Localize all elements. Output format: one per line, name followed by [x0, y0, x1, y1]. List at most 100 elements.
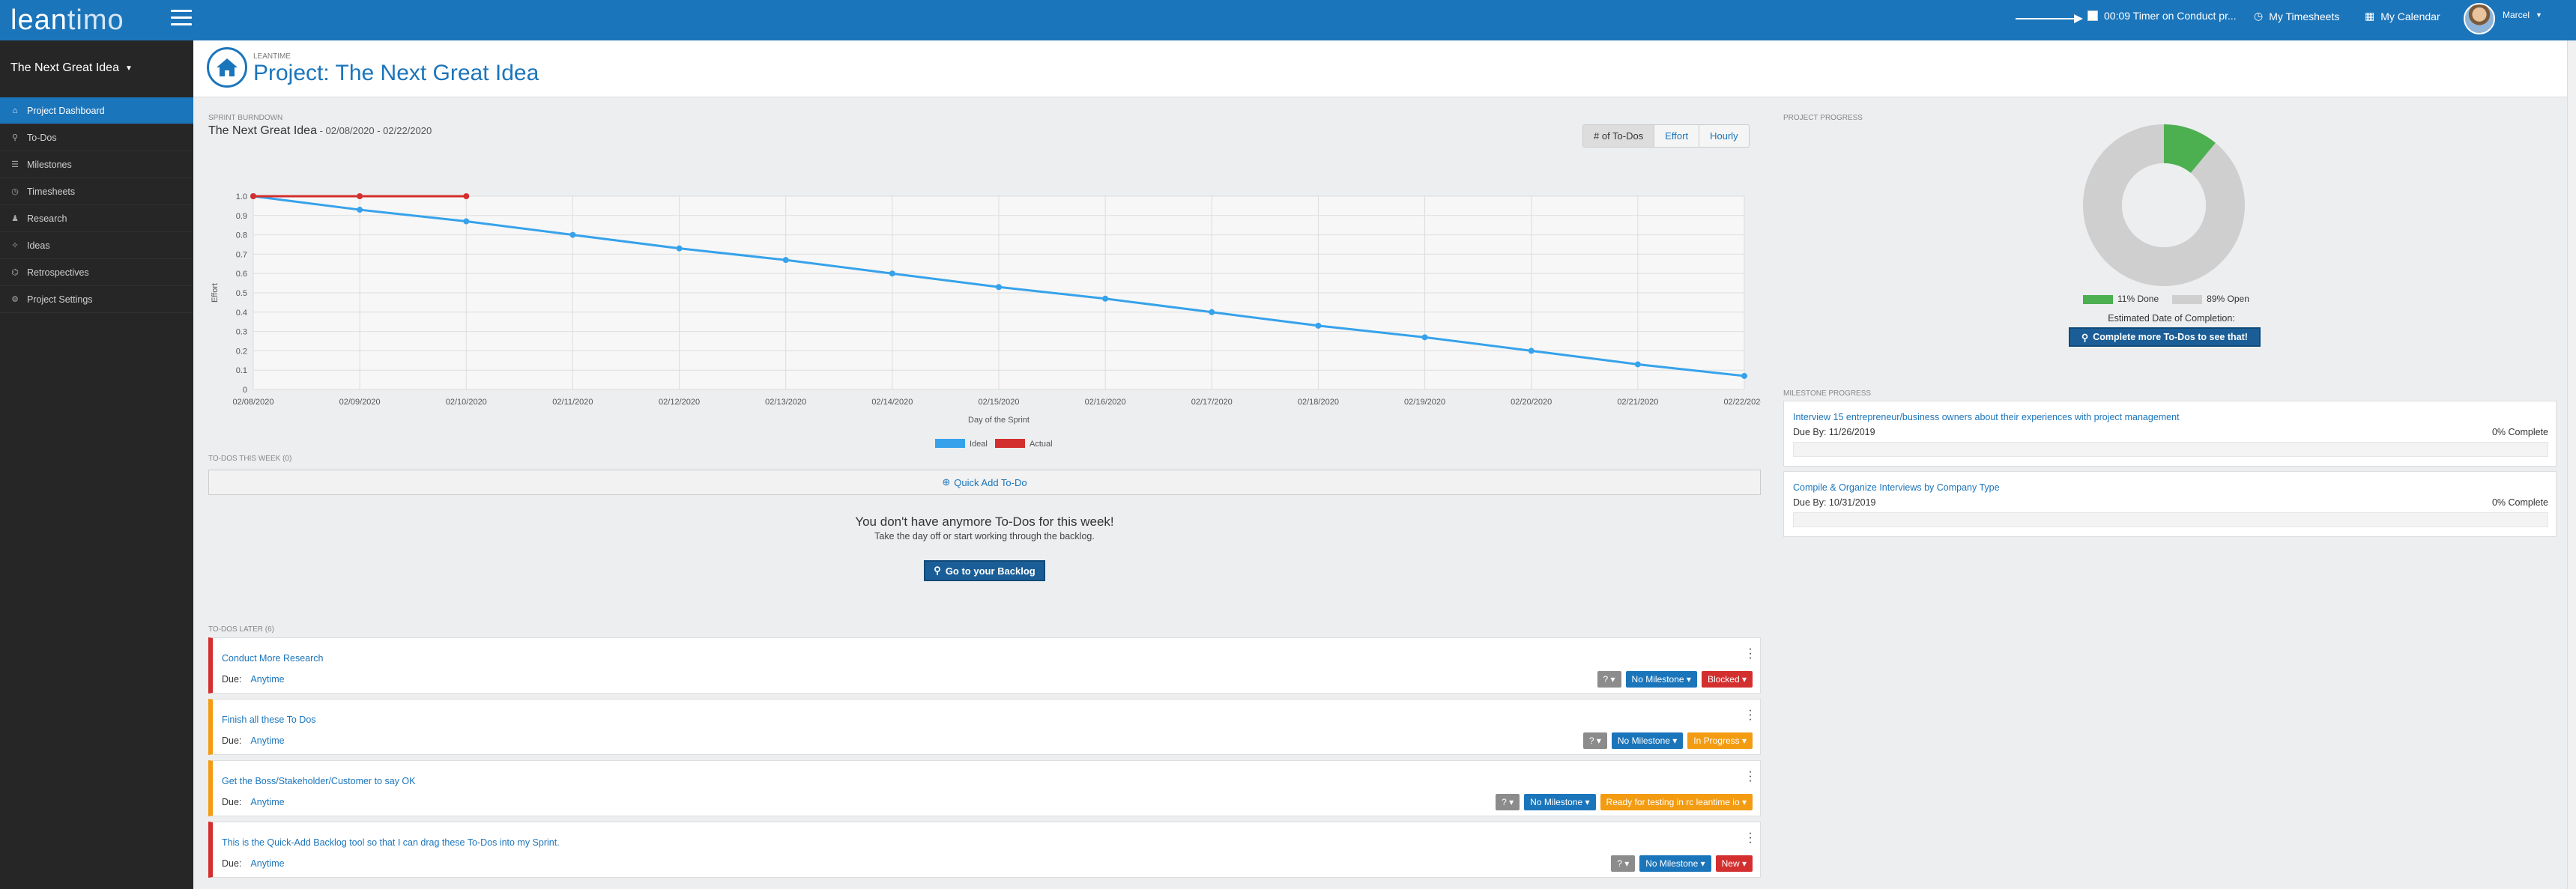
breadcrumb: LEANTIME — [253, 52, 291, 61]
empty-week-heading: You don't have anymore To-Dos for this w… — [855, 515, 1114, 529]
milestone-title[interactable]: Compile & Organize Interviews by Company… — [1793, 482, 2000, 493]
sidebar-item-project-dashboard[interactable]: ⌂ Project Dashboard — [0, 97, 193, 124]
more-options-icon[interactable]: · · · — [1748, 766, 1753, 787]
sidebar-item-retrospectives[interactable]: ⌬ Retrospectives — [0, 259, 193, 286]
todo-card[interactable]: Conduct More Research Due: Anytime · · · ? ▾ No… — [208, 637, 1761, 694]
milestone-card: Compile & Organize Interviews by Company… — [1783, 471, 2557, 537]
vertical-scrollbar[interactable] — [2567, 40, 2576, 889]
sidebar-item-label: Retrospectives — [27, 267, 89, 278]
milestone-progress-bar — [1793, 512, 2548, 527]
sidebar-item-todos[interactable]: ⚲ To-Dos — [0, 124, 193, 151]
my-timesheets-label: My Timesheets — [2269, 10, 2340, 22]
y-tick-label: 0.9 — [236, 212, 247, 221]
timer-toggle[interactable]: 00:09 Timer on Conduct pr... — [2087, 10, 2237, 22]
milestone-due: Due By: 11/26/2019 — [1793, 427, 1875, 437]
data-point-ideal — [889, 270, 895, 277]
status-dropdown[interactable]: Blocked ▾ — [1701, 671, 1753, 688]
todo-due: Due: Anytime — [222, 674, 285, 685]
sidebar-item-ideas[interactable]: ✧ Ideas — [0, 232, 193, 259]
milestone-dropdown[interactable]: No Milestone ▾ — [1611, 732, 1684, 749]
todo-card[interactable]: Finish all these To Dos Due: Anytime · · · ? ▾… — [208, 699, 1761, 755]
sidebar-item-label: Ideas — [27, 240, 50, 251]
milestone-dropdown[interactable]: No Milestone ▾ — [1639, 855, 1711, 872]
project-selector[interactable]: The Next Great Idea ▼ — [10, 61, 133, 75]
milestone-dropdown[interactable]: No Milestone ▾ — [1524, 794, 1596, 810]
project-progress-donut — [2083, 124, 2245, 286]
calendar-icon: ▦ — [2365, 10, 2375, 22]
legend-label: Ideal — [970, 440, 988, 449]
sidebar-nav: ⌂ Project Dashboard ⚲ To-Dos ☰ Milestones ◷… — [0, 97, 193, 313]
my-calendar-link[interactable]: ▦ My Calendar — [2365, 10, 2440, 22]
main-content: LEANTIME Project: The Next Great Idea SP… — [193, 40, 2567, 889]
todo-due-date[interactable]: Anytime — [250, 674, 284, 685]
timer-checkbox[interactable] — [2087, 10, 2098, 21]
y-tick-label: 0 — [243, 386, 247, 395]
y-tick-label: 0.8 — [236, 231, 247, 240]
more-options-icon[interactable]: · · · — [1748, 705, 1753, 726]
sidebar-item-project-settings[interactable]: ⚙ Project Settings — [0, 286, 193, 313]
todo-chips: ? ▾ No Milestone ▾ In Progress ▾ — [1582, 732, 1753, 749]
sidebar-item-milestones[interactable]: ☰ Milestones — [0, 151, 193, 178]
x-tick-label: 02/17/2020 — [1191, 398, 1233, 407]
sidebar-item-timesheets[interactable]: ◷ Timesheets — [0, 178, 193, 205]
y-tick-label: 0.5 — [236, 289, 247, 298]
sliders-icon: ☰ — [11, 160, 19, 169]
more-options-icon[interactable]: · · · — [1748, 643, 1753, 664]
sidebar-item-label: Project Settings — [27, 294, 93, 305]
data-point-ideal — [1528, 348, 1535, 354]
data-point-ideal — [1209, 309, 1215, 315]
todo-due-date[interactable]: Anytime — [250, 735, 284, 746]
data-point-ideal — [569, 231, 576, 238]
effort-dropdown[interactable]: ? ▾ — [1582, 732, 1607, 749]
status-dropdown[interactable]: New ▾ — [1715, 855, 1753, 872]
quick-add-todo-button[interactable]: ⊕ Quick Add To-Do — [208, 470, 1761, 495]
my-timesheets-link[interactable]: ◷ My Timesheets — [2254, 10, 2339, 22]
sidebar-item-label: Project Dashboard — [27, 105, 105, 116]
todo-title[interactable]: This is the Quick-Add Backlog tool so th… — [222, 837, 560, 848]
todo-card[interactable]: This is the Quick-Add Backlog tool so th… — [208, 822, 1761, 878]
data-point-ideal — [782, 257, 789, 264]
home-icon — [207, 47, 247, 88]
sprint-burndown-label: SPRINT BURNDOWN — [208, 114, 283, 122]
arrow-right-icon — [2016, 14, 2083, 23]
top-header: leantimo 00:09 Timer on Conduct pr... ◷ … — [0, 0, 2576, 40]
avatar[interactable] — [2464, 3, 2495, 34]
pin-icon: ⚲ — [2081, 332, 2089, 343]
todo-card[interactable]: Get the Boss/Stakeholder/Customer to say… — [208, 760, 1761, 816]
data-point-ideal — [1102, 295, 1109, 302]
complete-more-todos-button[interactable]: ⚲ Complete more To-Dos to see that! — [2069, 327, 2261, 347]
data-point-ideal — [1421, 334, 1428, 341]
milestone-title[interactable]: Interview 15 entrepreneur/business owner… — [1793, 412, 2180, 422]
todo-due-date[interactable]: Anytime — [250, 797, 284, 807]
milestone-dropdown[interactable]: No Milestone ▾ — [1625, 671, 1697, 688]
data-point-actual — [357, 193, 363, 199]
leantime-logo[interactable]: leantimo — [10, 4, 124, 37]
x-tick-label: 02/11/2020 — [552, 398, 593, 407]
y-tick-label: 1.0 — [236, 192, 247, 201]
sidebar-item-research[interactable]: ♟ Research — [0, 205, 193, 232]
data-point-ideal — [1741, 372, 1747, 379]
todo-title[interactable]: Get the Boss/Stakeholder/Customer to say… — [222, 776, 415, 786]
user-menu[interactable]: Marcel ▼ — [2503, 10, 2542, 20]
todo-title[interactable]: Conduct More Research — [222, 653, 323, 664]
effort-dropdown[interactable]: ? ▾ — [1597, 671, 1621, 688]
status-dropdown[interactable]: Ready for testing in rc leantime io ▾ — [1600, 794, 1753, 810]
clock-icon: ◷ — [2254, 10, 2264, 22]
caret-down-icon: ▼ — [124, 64, 133, 73]
todo-title[interactable]: Finish all these To Dos — [222, 714, 316, 725]
status-dropdown[interactable]: In Progress ▾ — [1687, 732, 1753, 749]
y-tick-label: 0.1 — [236, 366, 247, 375]
todo-due-date[interactable]: Anytime — [250, 858, 284, 869]
more-options-icon[interactable]: · · · — [1748, 828, 1753, 849]
legend-done: 11% Done — [2083, 294, 2159, 304]
todo-due: Due: Anytime — [222, 735, 285, 746]
sprint-date-range: - 02/08/2020 - 02/22/2020 — [316, 125, 432, 136]
page-title: Project: The Next Great Idea — [253, 61, 539, 85]
effort-dropdown[interactable]: ? ▾ — [1496, 794, 1520, 810]
go-to-backlog-button[interactable]: ⚲ Go to your Backlog — [924, 560, 1045, 581]
effort-dropdown[interactable]: ? ▾ — [1611, 855, 1636, 872]
menu-toggle-icon[interactable] — [171, 10, 192, 28]
x-tick-label: 02/18/2020 — [1298, 398, 1339, 407]
y-tick-label: 0.7 — [236, 250, 247, 259]
data-point-ideal — [357, 207, 363, 213]
